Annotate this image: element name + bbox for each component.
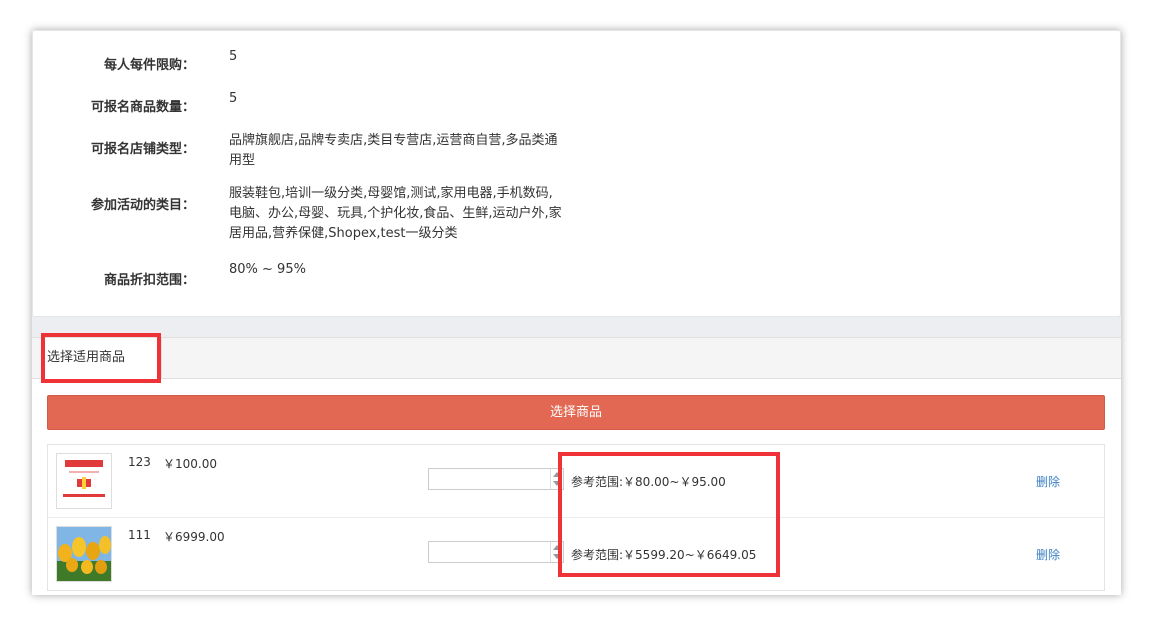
reference-range: 参考范围:￥5599.20~￥6649.05 [571, 548, 757, 562]
info-value: 品牌旗舰店,品牌专卖店,类目专营店,运营商自营,多品类通用型 [229, 133, 558, 168]
number-spinner[interactable] [550, 469, 563, 489]
product-name: 123 [128, 455, 151, 469]
spinner-up-icon[interactable] [553, 545, 561, 550]
product-thumbnail [56, 526, 112, 582]
product-price: ￥6999.00 [163, 530, 225, 544]
select-products-button[interactable]: 选择商品 [47, 395, 1105, 430]
spinner-down-icon[interactable] [553, 481, 561, 486]
product-row: 111 ￥6999.00 参考范围:￥5599.20~￥6649.05 删除 [48, 517, 1104, 590]
info-label: 可报名店铺类型： [90, 142, 195, 157]
section-tabbar: 选择适用商品 [32, 338, 1121, 379]
info-value: 80% ~ 95% [229, 262, 306, 277]
spinner-up-icon[interactable] [553, 472, 561, 477]
info-value: 服装鞋包,培训一级分类,母婴馆,测试,家用电器,手机数码,电脑、办公,母婴、玩具… [229, 186, 562, 241]
activity-price-input[interactable] [428, 468, 564, 490]
info-label: 参加活动的类目： [90, 198, 195, 213]
page-frame: 每人每件限购： 5 可报名商品数量： 5 可报名店铺类型： 品牌旗舰店,品牌专卖… [32, 30, 1121, 595]
number-spinner[interactable] [550, 542, 563, 562]
red-coupon-icon [57, 454, 111, 508]
tulip-photo-icon [57, 527, 111, 581]
info-value: 5 [229, 49, 238, 64]
product-row: 123 ￥100.00 参考范围:￥80.00~￥95.00 删除 [48, 445, 1104, 517]
delete-link[interactable]: 删除 [1036, 473, 1060, 490]
reference-range: 参考范围:￥80.00~￥95.00 [571, 475, 726, 489]
product-price: ￥100.00 [163, 457, 217, 471]
delete-link[interactable]: 删除 [1036, 546, 1060, 563]
spinner-down-icon[interactable] [553, 554, 561, 559]
info-value: 5 [229, 91, 238, 106]
product-select-section: 选择适用商品 选择商品 123 ￥100.00 参考范围:￥80.00~￥95.… [32, 337, 1121, 595]
product-list: 123 ￥100.00 参考范围:￥80.00~￥95.00 删除 111 ￥6… [47, 444, 1105, 591]
info-label: 每人每件限购： [103, 58, 195, 73]
activity-info-card: 每人每件限购： 5 可报名商品数量： 5 可报名店铺类型： 品牌旗舰店,品牌专卖… [32, 30, 1121, 317]
activity-price-input[interactable] [428, 541, 564, 563]
info-label: 商品折扣范围： [103, 273, 195, 288]
product-thumbnail [56, 453, 112, 509]
tab-select-products[interactable]: 选择适用商品 [42, 338, 162, 379]
info-label: 可报名商品数量： [90, 100, 195, 115]
product-name: 111 [128, 528, 151, 542]
